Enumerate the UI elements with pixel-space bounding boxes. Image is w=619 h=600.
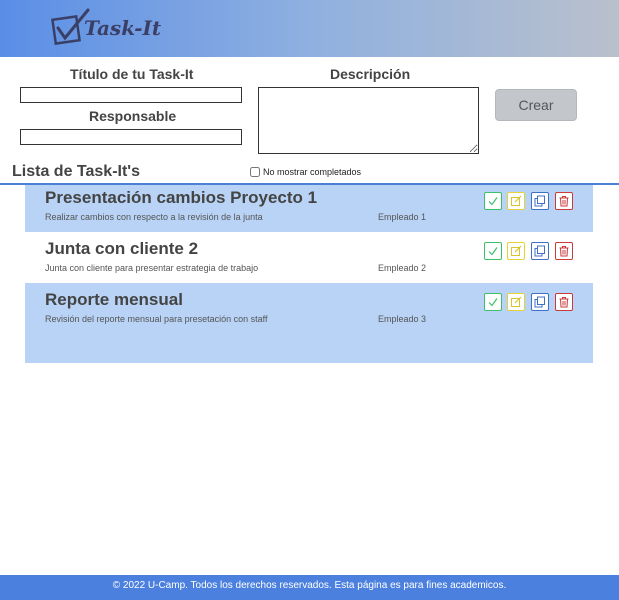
create-button[interactable]: Crear <box>495 89 577 121</box>
task-responsible: Empleado 2 <box>378 263 427 273</box>
copy-icon <box>534 296 545 308</box>
trash-icon <box>559 196 569 207</box>
delete-button[interactable] <box>555 242 573 260</box>
edit-icon <box>511 245 522 256</box>
title-label: Título de tu Task-It <box>70 66 194 82</box>
edit-icon <box>511 296 522 307</box>
task-list-heading: Lista de Task-It's <box>12 163 140 180</box>
delete-button[interactable] <box>555 192 573 210</box>
trash-icon <box>559 246 569 257</box>
edit-button[interactable] <box>507 242 525 260</box>
task-description: Junta con cliente para presentar estrate… <box>45 263 259 273</box>
task-description: Revisión del reporte mensual para preset… <box>45 314 268 324</box>
hide-completed-toggle[interactable]: No mostrar completados <box>250 167 361 177</box>
description-textarea[interactable] <box>258 87 479 154</box>
task-item: Reporte mensual Revisión del reporte men… <box>25 283 593 363</box>
description-label: Descripción <box>330 66 411 82</box>
copy-button[interactable] <box>531 293 549 311</box>
check-icon <box>488 197 498 206</box>
hide-completed-checkbox[interactable] <box>250 167 260 177</box>
responsible-label: Responsable <box>89 108 177 124</box>
task-title: Reporte mensual <box>45 290 183 309</box>
copy-button[interactable] <box>531 192 549 210</box>
check-icon <box>488 298 498 307</box>
task-item: Presentación cambios Proyecto 1 Realizar… <box>25 185 593 232</box>
app-header: Task-It <box>0 0 619 57</box>
check-icon <box>488 247 498 256</box>
responsible-input[interactable] <box>20 129 242 145</box>
edit-icon <box>511 195 522 206</box>
title-input[interactable] <box>20 87 242 103</box>
task-item: Junta con cliente 2 Junta con cliente pa… <box>25 236 593 283</box>
task-responsible: Empleado 1 <box>378 212 427 222</box>
task-title: Junta con cliente 2 <box>45 239 199 258</box>
complete-button[interactable] <box>484 242 502 260</box>
copy-button[interactable] <box>531 242 549 260</box>
task-title: Presentación cambios Proyecto 1 <box>45 188 318 207</box>
logo-text: Task-It <box>84 16 162 40</box>
copy-icon <box>534 245 545 257</box>
copy-icon <box>534 195 545 207</box>
delete-button[interactable] <box>555 293 573 311</box>
page-footer: © 2022 U-Camp. Todos los derechos reserv… <box>0 575 619 600</box>
edit-button[interactable] <box>507 192 525 210</box>
task-responsible: Empleado 3 <box>378 314 427 324</box>
complete-button[interactable] <box>484 192 502 210</box>
complete-button[interactable] <box>484 293 502 311</box>
hide-completed-label: No mostrar completados <box>263 167 362 177</box>
trash-icon <box>559 297 569 308</box>
footer-text: © 2022 U-Camp. Todos los derechos reserv… <box>112 580 507 591</box>
edit-button[interactable] <box>507 293 525 311</box>
task-description: Realizar cambios con respecto a la revis… <box>45 212 263 222</box>
